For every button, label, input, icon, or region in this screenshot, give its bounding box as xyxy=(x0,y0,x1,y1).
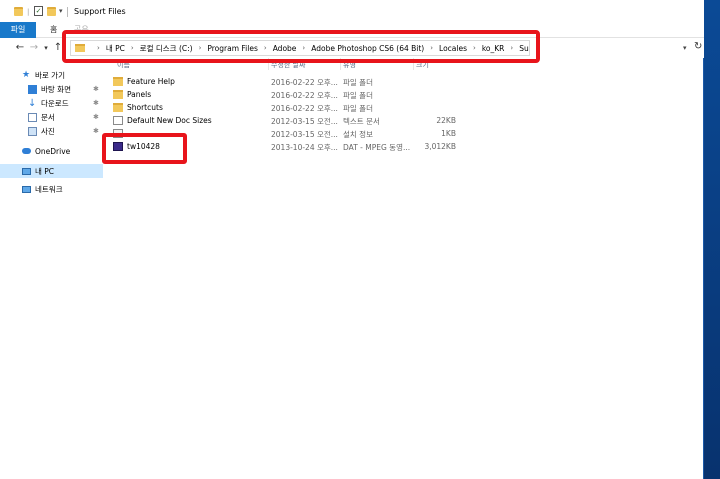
file-date: 2016-02-22 오후... xyxy=(271,104,338,113)
nav-network[interactable]: 네트워크 xyxy=(0,182,103,196)
cloud-icon xyxy=(22,148,31,154)
file-explorer-window: | ✓ ▾ Support Files 파일 홈 공유 ← → ▾ ↑ › 내 … xyxy=(0,0,704,479)
forward-button[interactable]: → xyxy=(28,41,40,55)
folder-icon[interactable] xyxy=(14,7,23,16)
address-dropdown-icon[interactable]: ▾ xyxy=(683,44,687,52)
file-name: Shortcuts xyxy=(127,103,163,112)
file-type: DAT - MPEG 동영... xyxy=(343,143,411,152)
pin-icon[interactable]: ✱ xyxy=(93,99,99,107)
nav-quick-access[interactable]: ★ 바로 가기 xyxy=(0,68,103,82)
nav-label: 문서 xyxy=(41,112,55,122)
computer-icon xyxy=(22,167,31,175)
file-name: Panels xyxy=(127,90,152,99)
file-size: 22KB xyxy=(436,116,456,125)
nav-label: 내 PC xyxy=(35,166,55,176)
nav-item-desktop[interactable]: 바탕 화면 ✱ xyxy=(0,82,103,96)
desktop-icon xyxy=(28,84,37,94)
tab-home[interactable]: 홈 xyxy=(50,22,57,38)
nav-label: 사진 xyxy=(41,126,55,136)
nav-label: 바로 가기 xyxy=(35,70,65,80)
file-date: 2012-03-15 오전... xyxy=(271,130,338,139)
window-title: Support Files xyxy=(74,7,126,16)
file-name: Feature Help xyxy=(127,77,175,86)
nav-label: 다운로드 xyxy=(41,98,69,108)
file-size: 1KB xyxy=(441,129,456,138)
nav-item-downloads[interactable]: ↓ 다운로드 ✱ xyxy=(0,96,103,110)
back-button[interactable]: ← xyxy=(14,41,26,55)
address-highlight-box xyxy=(62,30,540,63)
file-date: 2013-10-24 오후... xyxy=(271,143,338,152)
documents-icon xyxy=(28,112,37,122)
text-document-icon xyxy=(113,116,123,125)
file-name: Default New Doc Sizes xyxy=(127,116,212,125)
title-bar: | ✓ ▾ Support Files xyxy=(0,0,704,22)
folder-icon xyxy=(113,77,123,86)
pictures-icon xyxy=(28,126,37,136)
file-row[interactable]: Shortcuts 2016-02-22 오후... 파일 폴더 xyxy=(103,102,704,114)
refresh-icon[interactable]: ↻ xyxy=(694,41,702,52)
quick-access-separator: | xyxy=(27,8,30,16)
network-icon xyxy=(22,185,31,193)
file-highlight-box xyxy=(102,133,187,164)
pin-icon[interactable]: ✱ xyxy=(93,85,99,93)
file-date: 2016-02-22 오후... xyxy=(271,78,338,87)
pin-icon[interactable]: ✱ xyxy=(93,127,99,135)
quick-access-dropdown-icon[interactable]: ▾ xyxy=(59,7,63,15)
file-type: 파일 폴더 xyxy=(343,78,373,87)
folder-icon xyxy=(113,90,123,99)
file-row[interactable]: Default New Doc Sizes 2012-03-15 오전... 텍… xyxy=(103,115,704,127)
properties-icon[interactable]: ✓ xyxy=(34,6,43,16)
nav-onedrive[interactable]: OneDrive xyxy=(0,144,103,158)
nav-this-pc[interactable]: 내 PC xyxy=(0,164,103,178)
file-type: 텍스트 문서 xyxy=(343,117,380,126)
nav-label: 바탕 화면 xyxy=(41,84,71,94)
file-row[interactable]: 2012-03-15 오전... 설치 정보 1KB xyxy=(103,128,704,140)
nav-label: OneDrive xyxy=(35,146,71,156)
nav-label: 네트워크 xyxy=(35,184,63,194)
tab-file[interactable]: 파일 xyxy=(0,22,36,38)
navigation-pane: ★ 바로 가기 바탕 화면 ✱ ↓ 다운로드 ✱ 문서 ✱ 사진 ✱ OneDr… xyxy=(0,58,103,479)
folder-icon xyxy=(113,103,123,112)
title-separator xyxy=(67,7,68,17)
file-type: 설치 정보 xyxy=(343,130,373,139)
nav-item-pictures[interactable]: 사진 ✱ xyxy=(0,124,103,138)
file-date: 2016-02-22 오후... xyxy=(271,91,338,100)
download-arrow-icon: ↓ xyxy=(28,97,37,109)
file-row[interactable]: tw10428 2013-10-24 오후... DAT - MPEG 동영..… xyxy=(103,141,704,153)
file-type: 파일 폴더 xyxy=(343,104,373,113)
nav-item-documents[interactable]: 문서 ✱ xyxy=(0,110,103,124)
file-row[interactable]: Panels 2016-02-22 오후... 파일 폴더 xyxy=(103,89,704,101)
desktop-background xyxy=(704,0,720,479)
new-folder-icon[interactable] xyxy=(47,7,56,16)
pin-icon[interactable]: ✱ xyxy=(93,113,99,121)
file-row[interactable]: Feature Help 2016-02-22 오후... 파일 폴더 xyxy=(103,76,704,88)
file-type: 파일 폴더 xyxy=(343,91,373,100)
star-icon: ★ xyxy=(22,69,31,80)
recent-locations-button[interactable]: ▾ xyxy=(40,41,52,55)
file-date: 2012-03-15 오전... xyxy=(271,117,338,126)
file-size: 3,012KB xyxy=(424,142,456,151)
